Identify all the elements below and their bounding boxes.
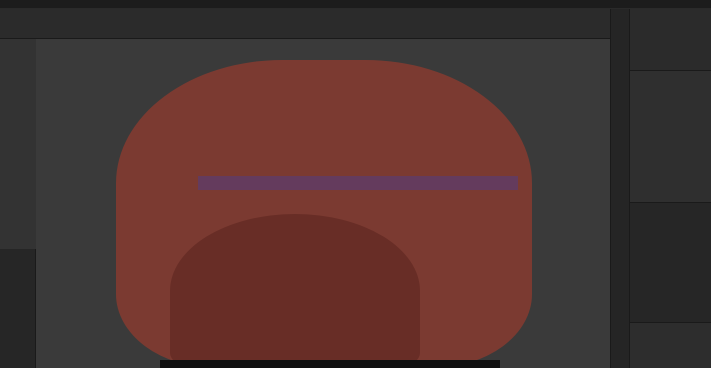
brush-tool-header <box>630 9 711 71</box>
sculpt-body-shadow <box>170 214 420 368</box>
subtool-list <box>630 203 711 323</box>
watermark <box>198 176 518 190</box>
lower-subtool-controls <box>630 323 711 368</box>
top-menu <box>0 0 711 9</box>
right-toolstrip <box>610 9 630 368</box>
top-bar <box>0 9 612 39</box>
subtitle-strip <box>160 360 500 368</box>
left-material-panel <box>0 39 36 249</box>
tool-panel <box>630 71 711 203</box>
